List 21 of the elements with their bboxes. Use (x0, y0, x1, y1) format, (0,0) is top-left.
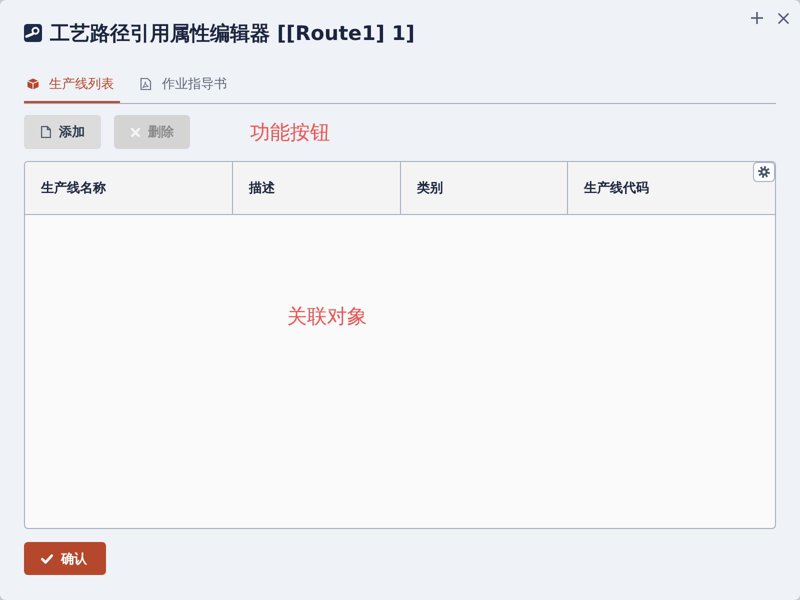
file-icon (41, 126, 51, 138)
cube-icon (27, 78, 39, 90)
column-header: 生产线代码 (582, 180, 650, 198)
column-header: 生产线名称 (25, 162, 233, 214)
table-settings-button[interactable] (753, 162, 775, 182)
cross-icon (131, 128, 140, 136)
window-title: 工艺路径引用属性编辑器 [[Route1] 1] (50, 20, 415, 46)
settings-icon (758, 166, 770, 178)
check-icon (41, 554, 53, 564)
tab[interactable]: 作业指导书 (137, 72, 233, 103)
add-button[interactable]: 添加 (24, 115, 101, 149)
column-header: 类别 (401, 162, 568, 214)
close-icon[interactable] (778, 12, 789, 24)
plus-icon[interactable] (751, 12, 763, 24)
tab[interactable]: 生产线列表 (24, 72, 120, 103)
annotation-text: 关联对象 (287, 304, 367, 328)
confirm-button[interactable]: 确认 (24, 542, 106, 575)
annotation-text: 功能按钮 (250, 120, 330, 144)
app-icon (24, 24, 42, 42)
column-header: 描述 (233, 162, 401, 214)
document-icon (140, 78, 152, 90)
